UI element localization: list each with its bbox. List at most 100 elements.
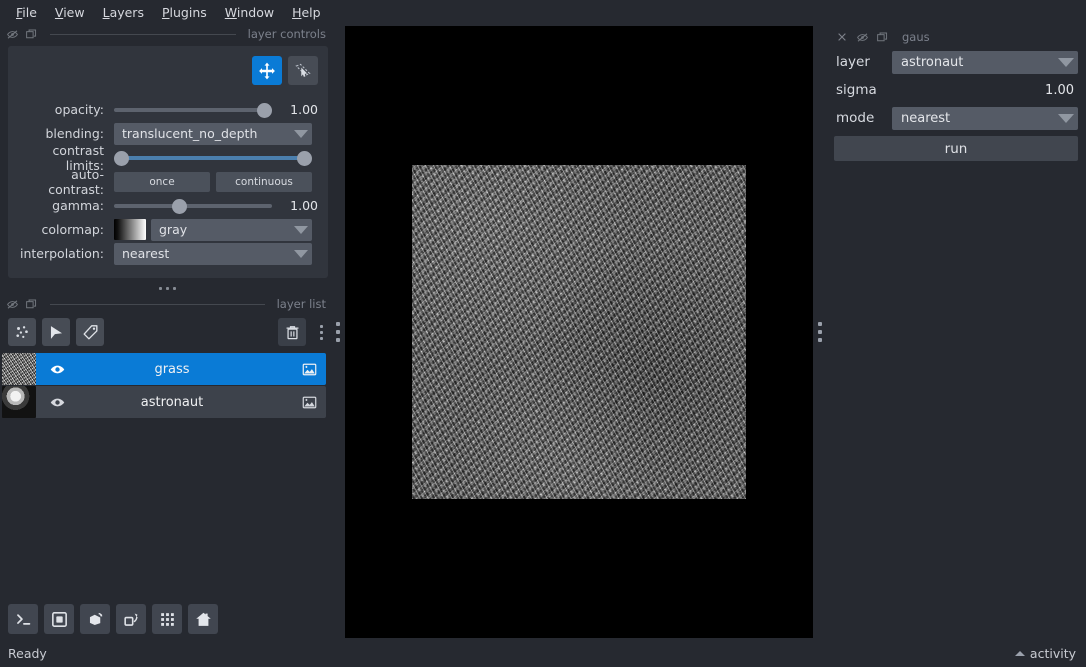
gamma-slider-groove <box>114 203 272 208</box>
visibility-toggle-astronaut[interactable] <box>42 394 72 411</box>
interpolation-label: interpolation: <box>20 246 104 261</box>
titlebar-divider <box>50 303 265 305</box>
plugin-mode-label: mode <box>836 110 875 126</box>
image-layer-icon <box>301 361 318 378</box>
hide-icon[interactable] <box>856 31 869 44</box>
contrast-slider-handle-low[interactable] <box>114 150 129 166</box>
grid-view-button[interactable] <box>152 604 182 634</box>
right-panel-splitter-handle[interactable] <box>814 317 826 347</box>
colormap-combobox[interactable]: gray <box>151 218 312 241</box>
canvas-image-grass[interactable] <box>412 165 746 499</box>
hide-icon[interactable] <box>6 298 19 311</box>
plugin-sigma-label: sigma <box>836 82 877 98</box>
layer-type-icon-astronaut <box>296 394 322 411</box>
float-icon[interactable] <box>25 298 38 311</box>
colormap-label: colormap: <box>41 222 104 237</box>
mode-button-row <box>18 56 318 86</box>
menu-item-help[interactable]: Help <box>284 2 329 23</box>
layer-name-grass[interactable]: grass <box>72 362 296 377</box>
contrast-slider-handle-high[interactable] <box>297 150 312 166</box>
menu-item-plugins[interactable]: Plugins <box>154 2 215 23</box>
plugin-dock-gaus: gaus layer astronaut sigma 1.00 mode nea… <box>828 26 1086 638</box>
caret-up-icon <box>1014 651 1025 656</box>
shapes-icon <box>47 323 66 342</box>
status-message: Ready <box>8 646 47 661</box>
layer-list-title: layer list <box>276 297 326 311</box>
image-layer-icon <box>301 394 318 411</box>
plugin-layer-row: layer astronaut <box>834 49 1078 75</box>
transform-mode-button[interactable] <box>288 56 318 85</box>
contrast-slider-fill <box>121 155 305 160</box>
layer-type-icon-grass <box>296 361 322 378</box>
grass-thumbnail <box>2 353 36 385</box>
plugin-mode-combobox[interactable]: nearest <box>892 106 1078 130</box>
new-labels-layer-button[interactable] <box>76 318 104 346</box>
opacity-slider[interactable] <box>114 101 272 119</box>
pan-zoom-mode-button[interactable] <box>252 56 282 85</box>
layer-list-menu-button[interactable] <box>314 318 328 346</box>
opacity-slider-groove <box>114 107 272 112</box>
activity-label: activity <box>1029 646 1076 661</box>
roll-dims-button[interactable] <box>116 604 146 634</box>
menu-item-window[interactable]: Window <box>217 2 282 23</box>
layer-list: grass astronaut <box>0 353 334 418</box>
auto-contrast-label: auto-contrast: <box>48 166 104 197</box>
colormap-row: colormap: gray <box>18 218 318 241</box>
auto-contrast-row: auto-contrast: once continuous <box>18 167 318 197</box>
ndisplay-2d-button[interactable] <box>44 604 74 634</box>
blending-value: translucent_no_depth <box>122 126 258 141</box>
visibility-toggle-grass[interactable] <box>42 361 72 378</box>
opacity-slider-handle[interactable] <box>257 102 272 118</box>
transform-icon <box>293 61 313 81</box>
gamma-value: 1.00 <box>290 198 318 213</box>
console-prompt-icon <box>14 610 33 629</box>
astronaut-thumbnail <box>2 386 36 418</box>
auto-contrast-once-button[interactable]: once <box>114 171 210 192</box>
float-icon[interactable] <box>876 31 889 44</box>
hide-icon[interactable] <box>6 28 19 41</box>
plugin-sigma-value: 1.00 <box>1045 82 1074 98</box>
gamma-slider[interactable] <box>114 197 272 215</box>
plugin-layer-label: layer <box>836 54 870 70</box>
blending-combobox[interactable]: translucent_no_depth <box>114 122 312 145</box>
float-icon[interactable] <box>25 28 38 41</box>
close-icon[interactable] <box>836 31 849 44</box>
gamma-row: gamma: 1.00 <box>18 194 318 217</box>
reset-view-button[interactable] <box>188 604 218 634</box>
layer-row-astronaut[interactable]: astronaut <box>2 386 326 418</box>
gamma-slider-handle[interactable] <box>172 198 188 214</box>
menubar: File View Layers Plugins Window Help <box>0 0 1086 24</box>
titlebar-divider <box>50 33 236 35</box>
new-points-layer-button[interactable] <box>8 318 36 346</box>
activity-button[interactable]: activity <box>1014 646 1086 661</box>
chevron-down-icon <box>294 129 308 138</box>
ndisplay-3d-button[interactable] <box>80 604 110 634</box>
plugin-layer-combobox[interactable]: astronaut <box>892 50 1078 74</box>
menu-item-layers[interactable]: Layers <box>95 2 152 23</box>
blending-label: blending: <box>45 126 105 141</box>
auto-contrast-continuous-button[interactable]: continuous <box>216 171 312 192</box>
menu-item-view[interactable]: View <box>47 2 93 23</box>
eye-icon <box>49 394 66 411</box>
new-shapes-layer-button[interactable] <box>42 318 70 346</box>
layer-controls-splitter-handle[interactable] <box>0 282 334 294</box>
delete-layer-button[interactable] <box>278 318 306 346</box>
layer-name-astronaut[interactable]: astronaut <box>72 395 296 410</box>
plugin-sigma-slider[interactable] <box>892 81 1026 99</box>
plugin-layer-value: astronaut <box>901 54 964 70</box>
left-panel-splitter-handle[interactable] <box>332 317 344 347</box>
interpolation-value: nearest <box>122 246 170 261</box>
contrast-limits-range-slider[interactable] <box>114 149 312 167</box>
colormap-value: gray <box>159 222 188 237</box>
grid-icon <box>158 610 177 629</box>
menu-item-file[interactable]: File <box>8 2 45 23</box>
console-button[interactable] <box>8 604 38 634</box>
points-icon <box>13 323 32 342</box>
layer-row-grass[interactable]: grass <box>2 353 326 385</box>
colormap-gradient-swatch <box>114 219 146 240</box>
plugin-run-button[interactable]: run <box>834 136 1078 161</box>
viewer-canvas[interactable] <box>345 26 813 638</box>
home-icon <box>194 610 213 629</box>
layer-list-dock-titlebar: layer list <box>0 294 334 314</box>
interpolation-combobox[interactable]: nearest <box>114 242 312 265</box>
